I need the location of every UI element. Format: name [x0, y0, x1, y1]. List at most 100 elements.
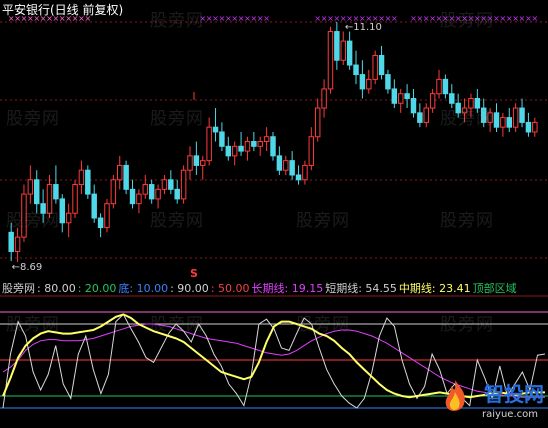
site-logo: 智投网 raiyue.com — [438, 376, 546, 422]
candle-body — [417, 112, 423, 123]
candle-body — [404, 93, 410, 99]
signal-label: S — [190, 267, 198, 280]
candle-body — [397, 93, 404, 104]
candle-body — [53, 184, 59, 200]
candle-body — [512, 107, 519, 128]
candle-body — [78, 169, 85, 186]
candle-body — [532, 121, 538, 133]
candle-body — [21, 193, 27, 238]
candle-body — [480, 107, 487, 123]
candle-body — [8, 231, 14, 252]
candle-body — [225, 145, 232, 157]
candle-body — [340, 40, 346, 61]
indicator-legend-item: : 50.00 — [210, 282, 250, 295]
candle-body — [27, 179, 34, 195]
indicator-legend-item: : 80.00 — [37, 282, 76, 295]
candle-body — [148, 184, 155, 200]
candle-body — [359, 74, 366, 90]
candle-body — [378, 54, 385, 76]
candle-body — [270, 136, 276, 157]
candle-body — [244, 141, 251, 152]
candle-body — [161, 179, 168, 190]
logo-wordmark: 智投网 — [484, 382, 544, 406]
candle-body — [155, 188, 161, 200]
candle-body — [295, 174, 302, 181]
candle-body — [321, 88, 327, 109]
candle-body — [308, 136, 315, 166]
candle-body — [429, 93, 436, 109]
candle-body — [525, 121, 532, 133]
candle-body — [136, 193, 142, 205]
candle-body — [302, 164, 308, 181]
candle-body — [180, 169, 187, 200]
logo-domain: raiyue.com — [482, 409, 538, 420]
candle-body — [14, 236, 21, 252]
candle-body — [449, 93, 455, 104]
candle-body — [97, 217, 104, 229]
candle-body — [72, 184, 78, 214]
candle-body — [353, 64, 359, 76]
indicator-legend-item: : 20.00 — [77, 282, 117, 295]
candle-body — [500, 117, 506, 128]
candle-body — [59, 198, 66, 224]
candle-body — [117, 164, 123, 181]
candle-body — [34, 179, 40, 205]
candle-body — [436, 78, 442, 95]
candle-body — [346, 40, 353, 66]
candle-body — [257, 141, 263, 147]
candle-body — [487, 112, 493, 123]
candle-body — [423, 107, 429, 123]
candle-body — [123, 164, 129, 190]
candle-body — [238, 145, 244, 152]
signal-mark: × — [391, 14, 398, 23]
candle-body — [468, 97, 474, 109]
candle-body — [327, 31, 334, 90]
candle-body — [442, 78, 449, 95]
indicator-legend-item: 长期线: 19.15 — [251, 282, 324, 295]
candle-body — [212, 126, 219, 133]
candle-body — [263, 136, 270, 143]
candle-body — [461, 107, 468, 114]
candle-body — [104, 203, 110, 229]
candle-body — [187, 155, 193, 171]
chart-svg: × × × × × × × × × × × × × × × × × × × × × × × × × × × × × × × × × × × × × × × ×… — [0, 0, 548, 424]
candle-body — [206, 126, 212, 162]
candle-body — [506, 117, 513, 128]
candle-body — [168, 179, 174, 190]
candle-body — [174, 188, 180, 200]
candle-body — [219, 131, 225, 147]
indicator-legend-item: 短期线: 54.55 — [325, 282, 397, 295]
low-label: ←8.69 — [12, 262, 43, 273]
candle-body — [91, 193, 97, 219]
high-label: ←11.10 — [345, 22, 382, 33]
candle-body — [410, 97, 417, 114]
indicator-legend-item: : 90.00 — [170, 282, 209, 295]
candle-body — [251, 141, 257, 147]
candle-body — [276, 155, 283, 171]
signal-mark: × — [531, 14, 538, 23]
candle-body — [366, 78, 372, 90]
candle-body — [46, 184, 53, 214]
candle-body — [493, 112, 500, 128]
candle-body — [519, 107, 525, 123]
candle-body — [289, 160, 295, 176]
candle-body — [283, 160, 289, 171]
chart-title: 平安银行(日线 前复权) — [2, 3, 124, 17]
candle-body — [40, 203, 46, 214]
candle-body — [455, 102, 461, 114]
candle-body — [385, 74, 391, 90]
indicator-legend-item: 底: 10.00 — [118, 282, 169, 295]
candle-body — [372, 54, 378, 80]
indicator-legend: 股旁网: 80.00: 20.00 底: 10.00: 90.00: 50.00 长… — [2, 280, 519, 296]
chart-canvas: × × × × × × × × × × × × × × × × × × × × × × × × × × × × × × × × × × × × × × × ×… — [0, 0, 548, 424]
indicator-legend-item: 顶部区域 — [472, 282, 517, 295]
candle-body — [110, 179, 117, 205]
candle-body — [334, 31, 340, 61]
candle-body — [200, 160, 206, 166]
candle-body — [85, 169, 91, 195]
candle-body — [142, 184, 149, 195]
candle-body — [391, 88, 398, 104]
candle-body — [231, 145, 238, 157]
candle-body — [193, 155, 200, 166]
candle-body — [129, 188, 136, 205]
